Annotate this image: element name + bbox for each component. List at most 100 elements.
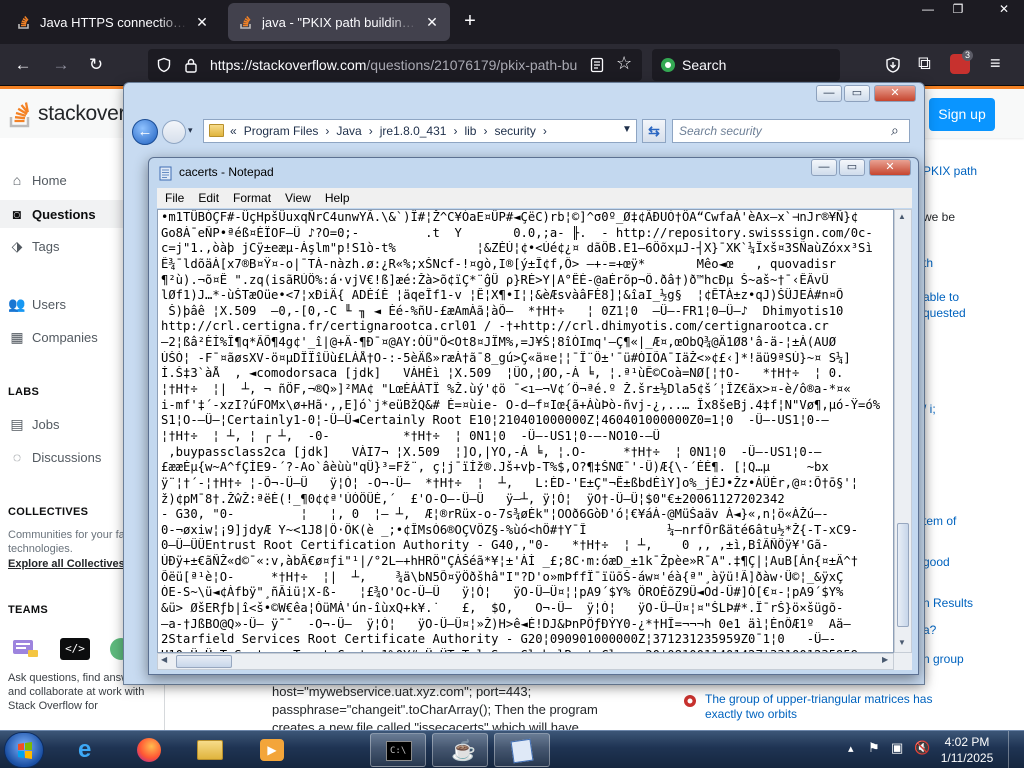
action-center-flag-icon[interactable]: ⚑ xyxy=(868,740,880,756)
explorer-minimize-icon[interactable]: — xyxy=(816,85,842,102)
notepad-text-line[interactable]: ÓE-S~\ü◄¢Àfbÿ"¸ñÂiü¦X-ß- ¦£¾O'Oc-Ü—Ü ÿ¦Ò… xyxy=(161,585,893,601)
related-question-link[interactable]: n group xyxy=(923,652,964,666)
notepad-text-line[interactable]: Õëü[ª¹è¦O- *†H†÷ ¦| ┴, ¾ä\bN5Õ¤ÿÖðšhâ"I"… xyxy=(161,570,893,586)
recent-pages-chevron-icon[interactable]: ▾ xyxy=(188,125,193,136)
notepad-text-line[interactable]: http://crl.certigna.fr/certignarootca.cr… xyxy=(161,319,893,335)
notepad-text-line[interactable]: 0—Ü—ÜÜEntrust Root Certification Authori… xyxy=(161,538,893,554)
reader-view-icon[interactable] xyxy=(590,57,604,73)
vertical-scrollbar[interactable]: ▲ ▼ xyxy=(894,209,912,653)
volume-muted-icon[interactable]: 🔇 xyxy=(914,740,930,756)
breadcrumb-java[interactable]: Java xyxy=(336,124,361,138)
notepad-maximize-icon[interactable]: ▭ xyxy=(839,159,865,176)
explorer-forward-icon[interactable] xyxy=(162,120,186,144)
breadcrumb-separator[interactable]: › xyxy=(453,124,457,138)
menu-file[interactable]: File xyxy=(165,191,184,205)
taskbar-notepad[interactable] xyxy=(494,733,550,767)
menu-hamburger-icon[interactable]: ≡ xyxy=(990,53,1001,74)
related-question-link[interactable]: tem of xyxy=(923,514,956,528)
notepad-text-line[interactable]: 0-¬øxiw¦¡9]jdyÆ Y~<1J8|Ô·ÖK(è _;•¢ÎMsÓ6®… xyxy=(161,523,893,539)
notepad-text-line[interactable]: lØf1)J…*-ùŠTæOüe•<7¦xÐiÄ{ ADÈíÈ ¦äqeÎf1-… xyxy=(161,288,893,304)
taskbar-media-player[interactable]: ▶ xyxy=(244,733,300,767)
notepad-content[interactable]: •m1TÜBÓÇF#-ÜçHpšÜuxqÑrC4unwYÃ.\&`)Ï#¦Ž^C… xyxy=(161,210,893,652)
related-question-link[interactable]: able to xyxy=(923,290,959,304)
taskbar-firefox[interactable] xyxy=(122,733,178,767)
minimize-window-icon[interactable]: — xyxy=(914,0,942,20)
notepad-text-line[interactable]: •m1TÜBÓÇF#-ÜçHpšÜuxqÑrC4unwYÃ.\&`)Ï#¦Ž^C… xyxy=(161,210,893,226)
related-question-link[interactable]: n Results xyxy=(923,596,973,610)
notepad-text-line[interactable]: Go8À¯eÑP•ªéß¤ÈÏOF—Ü ♪?O=0;- .t Y 0.0,;a-… xyxy=(161,226,893,242)
close-tab-icon[interactable]: ✕ xyxy=(424,14,440,31)
notepad-text-line[interactable]: S1¦O-—Ü—¦Certainly1-0¦-Ü—Ü◄Certainly Roo… xyxy=(161,413,893,429)
scroll-up-icon[interactable]: ▲ xyxy=(898,212,906,221)
breadcrumb-lib[interactable]: lib xyxy=(464,124,476,138)
breadcrumb-program-files[interactable]: Program Files xyxy=(244,124,319,138)
show-desktop-button[interactable] xyxy=(1008,731,1022,768)
notepad-text-line[interactable]: Í.Š‡3`àÅ , ◄comodorsaca [jdk] VÀHÈì ¦X.5… xyxy=(161,366,893,382)
taskbar-command-prompt[interactable]: C:\ xyxy=(370,733,426,767)
nav-users[interactable]: 👥 Users xyxy=(8,296,66,313)
taskbar-file-explorer[interactable] xyxy=(182,733,238,767)
notepad-text-line[interactable]: 2Starfield Services Root Certificate Aut… xyxy=(161,632,893,648)
close-tab-icon[interactable]: ✕ xyxy=(194,14,210,31)
network-icon[interactable]: ▣ xyxy=(891,740,903,756)
close-window-icon[interactable]: ✕ xyxy=(986,0,1022,20)
breadcrumb-separator[interactable]: › xyxy=(483,124,487,138)
notepad-text-line[interactable]: Š)þâê ¦X.509 —0,-[0,-C ╙ ╖ ◄ Éé-%ñU-£æAm… xyxy=(161,304,893,320)
nav-home[interactable]: ⌂ Home xyxy=(8,172,67,188)
notepad-text-line[interactable]: ¶²ù).¬õ¤Ê ".zq(isãRÙÖ%:á·vjV€!ß]æé:Žà>õ¢… xyxy=(161,273,893,289)
breadcrumb-separator[interactable]: › xyxy=(369,124,373,138)
notepad-minimize-icon[interactable]: — xyxy=(811,159,837,176)
notepad-text-line[interactable]: Ê¾¯ldõäÀ[x7®B¤Ÿ¤-o|¯TÀ-nàzh.ø:¿R«%;xŠNcf… xyxy=(161,257,893,273)
notepad-text-area[interactable]: •m1TÜBÓÇF#-ÜçHpšÜuxqÑrC4unwYÃ.\&`)Ï#¦Ž^C… xyxy=(157,209,894,653)
explorer-maximize-icon[interactable]: ▭ xyxy=(844,85,870,102)
tab-java-https-connection[interactable]: Java HTTPS connection with SSL ✕ xyxy=(6,3,220,41)
address-dropdown-icon[interactable]: ▼ xyxy=(622,124,632,135)
horizontal-scrollbar[interactable]: ◀ ▶ xyxy=(157,653,894,670)
breadcrumb-separator[interactable]: › xyxy=(325,124,329,138)
forward-arrow-icon[interactable]: → xyxy=(49,53,73,77)
taskbar-java[interactable]: ☕ xyxy=(432,733,488,767)
extensions-puzzle-icon[interactable]: ⧉ xyxy=(918,53,931,74)
url-bar[interactable]: https://stackoverflow.com/questions/2107… xyxy=(148,49,642,81)
explorer-close-icon[interactable]: ✕ xyxy=(874,85,916,102)
notepad-text-line[interactable]: c=j"1.,òàþ jCÿ±eæµ-Áşlm"p!S1ò-t% ¦&ZÈÙ¦¢… xyxy=(161,241,893,257)
explorer-address-bar[interactable]: « Program Files › Java › jre1.8.0_431 › … xyxy=(203,119,637,143)
notepad-close-icon[interactable]: ✕ xyxy=(869,159,911,176)
sign-up-button[interactable]: Sign up xyxy=(929,98,995,131)
refresh-icon[interactable]: ⇆ xyxy=(642,119,666,143)
restore-window-icon[interactable]: ❐ xyxy=(944,0,972,20)
scroll-right-icon[interactable]: ▶ xyxy=(882,655,888,664)
notepad-text-line[interactable]: - G30, "0- ¦ ¦, 0 ¦— ┴, Æ¦®rRüx-o-7s¾øÈk… xyxy=(161,507,893,523)
breadcrumb-security[interactable]: security xyxy=(494,124,535,138)
breadcrumb-jre[interactable]: jre1.8.0_431 xyxy=(380,124,447,138)
breadcrumb-overflow[interactable]: « xyxy=(230,124,237,138)
scroll-down-icon[interactable]: ▼ xyxy=(898,638,906,647)
size-grip[interactable] xyxy=(894,653,912,670)
vertical-scroll-thumb[interactable] xyxy=(897,523,909,627)
url-text[interactable]: https://stackoverflow.com/questions/2107… xyxy=(210,57,594,75)
breadcrumb-separator[interactable]: › xyxy=(543,124,547,138)
new-tab-button[interactable]: + xyxy=(458,10,482,34)
nav-discussions[interactable]: ◌ Discussions xyxy=(8,449,102,465)
notepad-text-line[interactable]: ÚŠÓ¦ -F¯¤ãøsXV-ö¤µDÏÏîÜù£LÀÅ†O-:-5èÄß»ræ… xyxy=(161,351,893,367)
menu-edit[interactable]: Edit xyxy=(198,191,219,205)
menu-help[interactable]: Help xyxy=(325,191,350,205)
explorer-search-box[interactable]: Search security ⌕ xyxy=(672,119,910,143)
notepad-text-line[interactable]: —2¦ßâ²ÈÍ%Î¶q*ÃÕ¶4g¢'_î|@+Ä-¶Ð¯¤@AY:ÓÜ"Ô<… xyxy=(161,335,893,351)
nav-tags[interactable]: ⬗ Tags xyxy=(8,238,60,255)
nav-companies[interactable]: ▦ Companies xyxy=(8,329,97,346)
notepad-text-line[interactable]: ÙÐÿ+±€ãÑŽ«d©¯«:v,àbÂ€ø¤ƒi"¹|/°2L—+hHRÖ"Ç… xyxy=(161,554,893,570)
search-engine-icon[interactable] xyxy=(660,57,676,73)
start-button[interactable] xyxy=(4,732,44,768)
related-question-link[interactable]: good xyxy=(923,555,950,569)
notepad-text-line[interactable]: ¦†H†÷ ¦ ┴, ¦ ┌ ┴, -0- *†H†÷ ¦ 0N1¦0 -Ü—-… xyxy=(161,429,893,445)
shield-icon[interactable] xyxy=(156,57,172,73)
horizontal-scroll-thumb[interactable] xyxy=(176,655,232,668)
notepad-text-line[interactable]: £ææÉµ{w~A^fÇÍE9-´?-Ao`âèùù"qÜ}³=Fž¨, ç¦j… xyxy=(161,460,893,476)
show-hidden-icons-chevron-icon[interactable]: ▴ xyxy=(848,742,854,755)
notepad-text-line[interactable]: ž)¢pM¯8†.ŽŵŽ:ªëÈ(!_¶0¢¢ª'ÙÓÖÜÈ,´ £'O-O—-… xyxy=(161,492,893,508)
notepad-text-line[interactable]: ¦†H†÷ ¦| ┴, ¬ ñÖF,¬®Q»]²MA¢ "LœÈÀÀTÏ %Ž.… xyxy=(161,382,893,398)
back-arrow-icon[interactable]: ← xyxy=(11,53,35,77)
notepad-text-line[interactable]: &ü> ØšERƒb|î<š•©W€êa¦ÓüMÀ'ún-îùxQ+k¥.˙ £… xyxy=(161,601,893,617)
notepad-text-line[interactable]: ,buypassclass2ca [jdk] VÀI7¬ ¦X.509 ¦]O,… xyxy=(161,445,893,461)
